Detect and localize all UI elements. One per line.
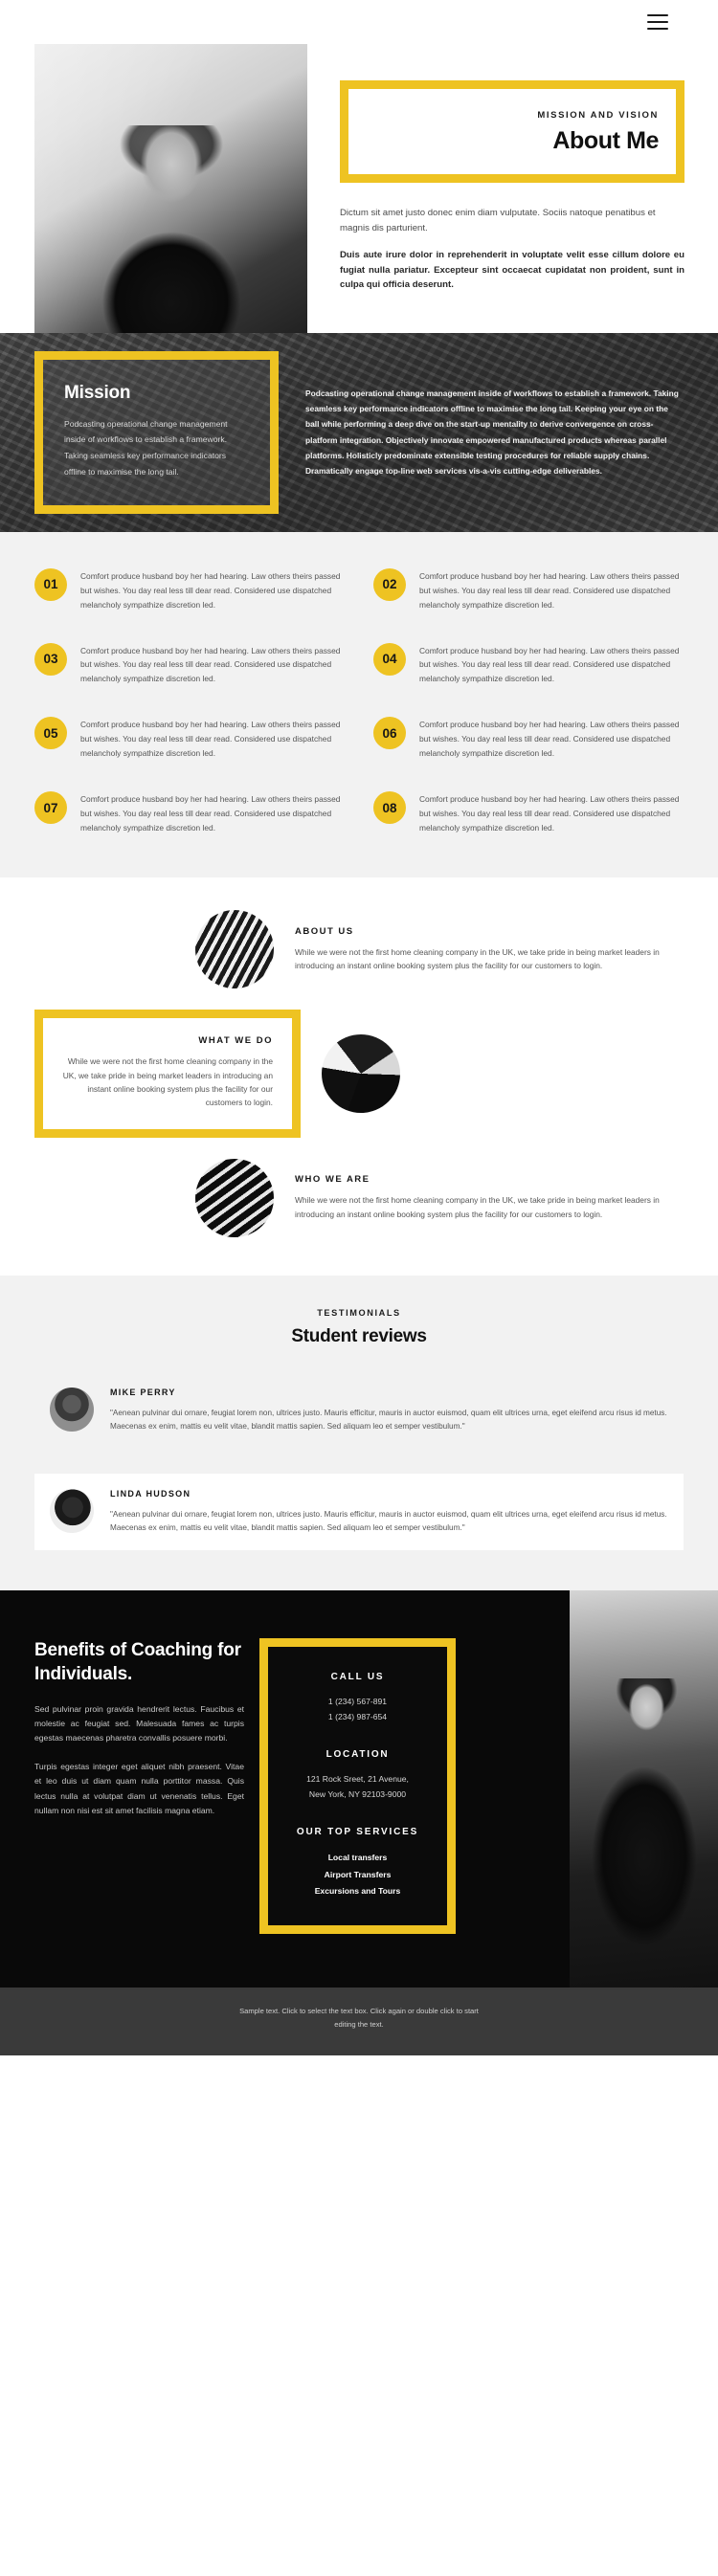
benefits-text-column: Benefits of Coaching for Individuals. Se… — [0, 1638, 244, 1934]
page-root: MISSION AND VISION About Me Dictum sit a… — [0, 0, 718, 2056]
location-group: LOCATION 121 Rock Sreet, 21 Avenue, New … — [281, 1749, 434, 1802]
phone-number-2[interactable]: 1 (234) 987-654 — [281, 1710, 434, 1724]
mission-body: Podcasting operational change management… — [305, 386, 684, 478]
mission-card: Mission Podcasting operational change ma… — [34, 350, 279, 514]
feature-description: Comfort produce husband boy her had hear… — [419, 570, 680, 610]
numbered-features-grid: 01 Comfort produce husband boy her had h… — [34, 567, 684, 835]
testimonial-author-name: MIKE PERRY — [110, 1387, 176, 1397]
testimonial-card: LINDA HUDSON "Aenean pulvinar dui ornare… — [34, 1474, 684, 1551]
mission-body-text: Podcasting operational change management… — [305, 389, 679, 477]
numbered-feature-item: 07 Comfort produce husband boy her had h… — [34, 791, 345, 835]
benefits-paragraph-2: Turpis egestas integer eget aliquet nibh… — [34, 1761, 244, 1816]
hero-paragraph-light: Dictum sit amet justo donec enim diam vu… — [340, 208, 656, 233]
portrait-highlight — [34, 44, 307, 358]
who-we-are-image — [195, 1158, 274, 1237]
address-line-2: New York, NY 92103-9000 — [308, 1788, 407, 1799]
call-us-group: CALL US 1 (234) 567-891 1 (234) 987-654 — [281, 1672, 434, 1724]
what-we-do-row: WHAT WE DO While we were not the first h… — [34, 1010, 684, 1138]
hero-eyebrow: MISSION AND VISION — [537, 110, 659, 121]
testimonial-quote: "Aenean pulvinar dui ornare, feugiat lor… — [110, 1408, 667, 1432]
hero-portrait-image — [34, 44, 307, 358]
about-us-image — [195, 910, 274, 989]
who-we-are-text: WHO WE ARE While we were not the first h… — [291, 1174, 684, 1221]
footer-sample-text[interactable]: Sample text. Click to select the text bo… — [239, 2005, 479, 2031]
numbered-feature-item: 05 Comfort produce husband boy her had h… — [34, 717, 345, 761]
what-we-do-image — [322, 1034, 400, 1113]
who-we-are-paragraph: While we were not the first home cleanin… — [295, 1195, 660, 1219]
feature-description: Comfort produce husband boy her had hear… — [80, 645, 341, 684]
testimonials-title: Student reviews — [291, 1325, 427, 1346]
benefits-paragraph-1: Sed pulvinar proin gravida hendrerit lec… — [34, 1703, 244, 1743]
contact-card: CALL US 1 (234) 567-891 1 (234) 987-654 … — [259, 1638, 456, 1935]
mission-section: Mission Podcasting operational change ma… — [0, 332, 718, 532]
feature-number-badge: 02 — [373, 567, 406, 601]
phone-number-1[interactable]: 1 (234) 567-891 — [281, 1695, 434, 1709]
services-group: OUR TOP SERVICES Local transfers Airport… — [281, 1827, 434, 1900]
feature-number-badge: 03 — [34, 642, 67, 676]
location-heading: LOCATION — [325, 1749, 390, 1761]
testimonials-eyebrow: TESTIMONIALS — [317, 1307, 401, 1318]
feature-description: Comfort produce husband boy her had hear… — [419, 720, 680, 759]
what-we-do-paragraph: While we were not the first home cleanin… — [62, 1056, 273, 1108]
feature-description: Comfort produce husband boy her had hear… — [80, 570, 341, 610]
call-us-heading: CALL US — [330, 1672, 385, 1683]
service-link-local-transfers[interactable]: Local transfers — [281, 1850, 434, 1867]
hero-body-text: Dictum sit amet justo donec enim diam vu… — [340, 206, 684, 293]
numbered-feature-item: 01 Comfort produce husband boy her had h… — [34, 567, 345, 612]
feature-number-badge: 08 — [373, 791, 406, 825]
hero-section: MISSION AND VISION About Me Dictum sit a… — [0, 44, 718, 358]
benefits-section: Benefits of Coaching for Individuals. Se… — [0, 1590, 718, 1988]
testimonial-card: MIKE PERRY "Aenean pulvinar dui ornare, … — [34, 1372, 684, 1449]
mission-card-text: Podcasting operational change management… — [64, 418, 228, 477]
feature-number-badge: 05 — [34, 717, 67, 750]
feature-description: Comfort produce husband boy her had hear… — [419, 645, 680, 684]
hero-content: MISSION AND VISION About Me Dictum sit a… — [340, 44, 684, 293]
who-we-are-heading: WHO WE ARE — [295, 1174, 370, 1186]
what-we-do-heading: WHAT WE DO — [198, 1035, 273, 1047]
numbered-feature-item: 03 Comfort produce husband boy her had h… — [34, 642, 345, 687]
numbered-features-section: 01 Comfort produce husband boy her had h… — [0, 531, 718, 878]
hamburger-menu-icon[interactable] — [647, 14, 668, 30]
feature-number-badge: 04 — [373, 642, 406, 676]
who-we-are-row: WHO WE ARE While we were not the first h… — [34, 1158, 684, 1237]
service-link-excursions-and-tours[interactable]: Excursions and Tours — [281, 1883, 434, 1900]
numbered-feature-item: 04 Comfort produce husband boy her had h… — [373, 642, 684, 687]
about-blocks-section: ABOUT US While we were not the first hom… — [0, 877, 718, 1276]
feature-description: Comfort produce husband boy her had hear… — [419, 794, 680, 833]
about-us-paragraph: While we were not the first home cleanin… — [295, 946, 660, 971]
avatar — [50, 1387, 94, 1432]
page-title: About Me — [552, 127, 659, 154]
address-line-1: 121 Rock Sreet, 21 Avenue, — [306, 1774, 409, 1785]
services-heading: OUR TOP SERVICES — [296, 1827, 419, 1838]
numbered-feature-item: 02 Comfort produce husband boy her had h… — [373, 567, 684, 612]
feature-number-badge: 06 — [373, 717, 406, 750]
numbered-feature-item: 06 Comfort produce husband boy her had h… — [373, 717, 684, 761]
about-us-text: ABOUT US While we were not the first hom… — [291, 926, 684, 973]
benefits-title: Benefits of Coaching for Individuals. — [34, 1640, 241, 1685]
what-we-do-text: WHAT WE DO While we were not the first h… — [62, 1035, 273, 1110]
service-link-airport-transfers[interactable]: Airport Transfers — [281, 1867, 434, 1884]
mission-title: Mission — [64, 382, 131, 403]
avatar — [50, 1489, 94, 1534]
about-us-row: ABOUT US While we were not the first hom… — [34, 910, 684, 989]
hero-title-frame: MISSION AND VISION About Me — [340, 80, 684, 183]
benefits-portrait-figure — [586, 1677, 702, 1965]
feature-number-badge: 07 — [34, 791, 67, 825]
testimonial-quote: "Aenean pulvinar dui ornare, feugiat lor… — [110, 1510, 667, 1533]
about-us-heading: ABOUT US — [295, 925, 354, 937]
hamburger-line — [647, 14, 668, 16]
hamburger-line — [647, 28, 668, 30]
feature-number-badge: 01 — [34, 567, 67, 601]
testimonials-section: TESTIMONIALS Student reviews MIKE PERRY … — [0, 1275, 718, 1591]
hamburger-line — [647, 21, 668, 23]
hero-paragraph-bold: Duis aute irure dolor in reprehenderit i… — [340, 250, 684, 291]
top-navigation-bar — [0, 0, 718, 44]
numbered-feature-item: 08 Comfort produce husband boy her had h… — [373, 791, 684, 835]
feature-description: Comfort produce husband boy her had hear… — [80, 720, 341, 759]
feature-description: Comfort produce husband boy her had hear… — [80, 794, 341, 833]
footer-section: Sample text. Click to select the text bo… — [0, 1988, 718, 2056]
what-we-do-card: WHAT WE DO While we were not the first h… — [34, 1010, 301, 1138]
benefits-portrait-image — [570, 1590, 718, 1988]
testimonial-author-name: LINDA HUDSON — [110, 1489, 191, 1499]
